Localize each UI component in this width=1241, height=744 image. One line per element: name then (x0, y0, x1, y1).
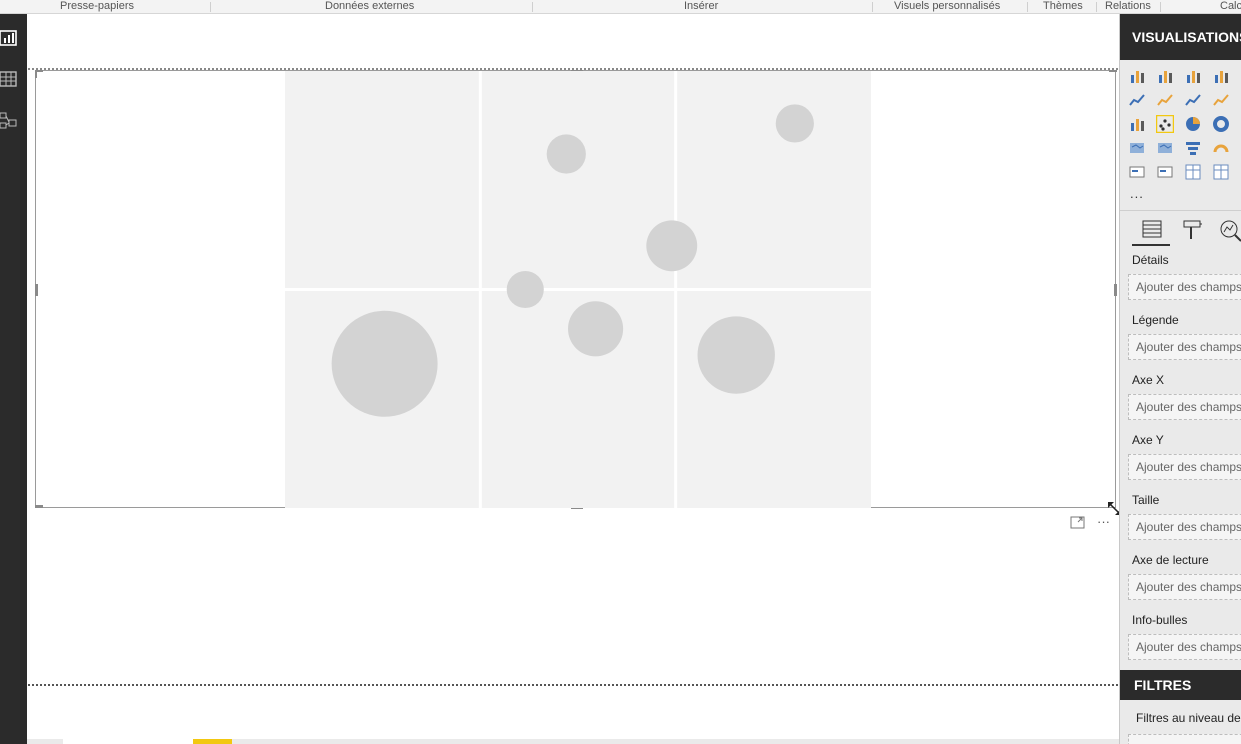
active-tab-indicator (1132, 244, 1170, 246)
gauge-icon[interactable] (1212, 139, 1230, 157)
ribbon-group-relations: Relations (1105, 0, 1151, 12)
resize-handle-top-left[interactable] (35, 70, 37, 78)
scatter-bubble[interactable] (646, 220, 698, 272)
map-icon[interactable] (1128, 139, 1146, 157)
more-visuals-button[interactable]: ... (1130, 186, 1144, 201)
data-view-icon[interactable] (0, 70, 18, 88)
report-view-icon[interactable] (0, 29, 18, 47)
well-drop-zone[interactable]: Ajouter des champs (1128, 634, 1241, 660)
ribbon-group-clipboard: Presse-papiers (60, 0, 134, 12)
ribbon-chart-icon[interactable] (1128, 115, 1146, 133)
scatter-bubble[interactable] (331, 310, 438, 417)
ribbon-group-external-data: Données externes (325, 0, 415, 12)
matrix-icon[interactable] (1212, 163, 1230, 181)
filled-map-icon[interactable] (1156, 139, 1174, 157)
pie-chart-icon[interactable] (1184, 115, 1202, 133)
stacked-area-icon[interactable] (1184, 91, 1202, 109)
line-column-icon[interactable] (1212, 91, 1230, 109)
scatter-bubble[interactable] (568, 301, 624, 357)
analytics-tab-icon[interactable] (1218, 213, 1241, 247)
view-switcher-rail (0, 14, 27, 744)
fields-tab-icon[interactable] (1140, 213, 1166, 247)
resize-handle-top-right[interactable] (1109, 70, 1117, 72)
stacked-bar-icon[interactable] (1128, 67, 1146, 85)
scatter-bubble[interactable] (546, 134, 586, 174)
scatter-bubble[interactable] (697, 316, 775, 394)
well-drop-zone[interactable]: Ajouter des champs (1128, 334, 1241, 360)
divider (1120, 210, 1241, 211)
page-boundary-bottom (28, 684, 1118, 686)
pane-title: VISUALISATIONS (1120, 14, 1241, 60)
visualizations-pane: VISUALISATIONS ... Détails Ajouter des ch… (1119, 14, 1241, 744)
well-drop-zone[interactable]: Ajouter des champs (1128, 454, 1241, 480)
ribbon-separator (1027, 2, 1028, 12)
ribbon-group-custom-visuals: Visuels personnalisés (894, 0, 1001, 12)
ribbon-separator (210, 2, 211, 12)
filters-page-level-label: Filtres au niveau de (1136, 711, 1241, 725)
ribbon-group-themes: Thèmes (1043, 0, 1083, 12)
scatter-bubble[interactable] (506, 270, 544, 309)
resize-handle-bottom-left[interactable] (35, 505, 43, 508)
well-drop-zone[interactable]: Ajouter des champs (1128, 574, 1241, 600)
well-drop-zone[interactable]: Ajouter des champs (1128, 274, 1241, 300)
line-chart-icon[interactable] (1128, 91, 1146, 109)
well-drop-zone[interactable]: Ajouter des champs (1128, 514, 1241, 540)
filters-title: FILTRES (1120, 670, 1241, 700)
well-label: Info-bulles (1132, 613, 1188, 627)
slicer-icon[interactable] (1156, 163, 1174, 181)
table-icon[interactable] (1184, 163, 1202, 181)
scatter-chart[interactable] (285, 71, 871, 508)
scatter-bubble[interactable] (775, 104, 814, 143)
funnel-icon[interactable] (1184, 139, 1202, 157)
ribbon-group-labels: Presse-papiers Données externes Insérer … (0, 0, 1241, 14)
card-icon[interactable] (1128, 163, 1146, 181)
format-tab-icon[interactable] (1180, 213, 1206, 247)
well-label: Détails (1132, 253, 1169, 267)
well-drop-zone[interactable]: Ajouter des champs (1128, 394, 1241, 420)
more-options-button[interactable]: ··· (1097, 515, 1110, 531)
ribbon-separator (532, 2, 533, 12)
ribbon-group-calc: Calc (1220, 0, 1241, 12)
focus-mode-icon[interactable] (1070, 515, 1086, 531)
ribbon-separator (872, 2, 873, 12)
stacked-column-icon[interactable] (1156, 67, 1174, 85)
resize-handle-left[interactable] (35, 284, 38, 296)
well-label: Axe X (1132, 373, 1165, 387)
add-page-tab[interactable] (193, 739, 232, 744)
clustered-column-icon[interactable] (1212, 67, 1230, 85)
well-label: Légende (1132, 313, 1179, 327)
filters-drop-zone[interactable] (1128, 734, 1241, 744)
page-tab[interactable] (63, 739, 193, 744)
ribbon-group-insert: Insérer (684, 0, 719, 12)
donut-chart-icon[interactable] (1212, 115, 1230, 133)
well-label: Axe de lecture (1132, 553, 1209, 567)
ribbon-separator (1096, 2, 1097, 12)
well-label: Axe Y (1132, 433, 1164, 447)
relationships-view-icon[interactable] (0, 112, 18, 130)
area-chart-icon[interactable] (1156, 91, 1174, 109)
resize-handle-right[interactable] (1114, 284, 1117, 296)
pane-tabs (1120, 213, 1241, 247)
ribbon-separator (1160, 2, 1161, 12)
clustered-bar-icon[interactable] (1184, 67, 1202, 85)
scatter-chart-icon[interactable] (1155, 114, 1175, 134)
well-label: Taille (1132, 493, 1160, 507)
